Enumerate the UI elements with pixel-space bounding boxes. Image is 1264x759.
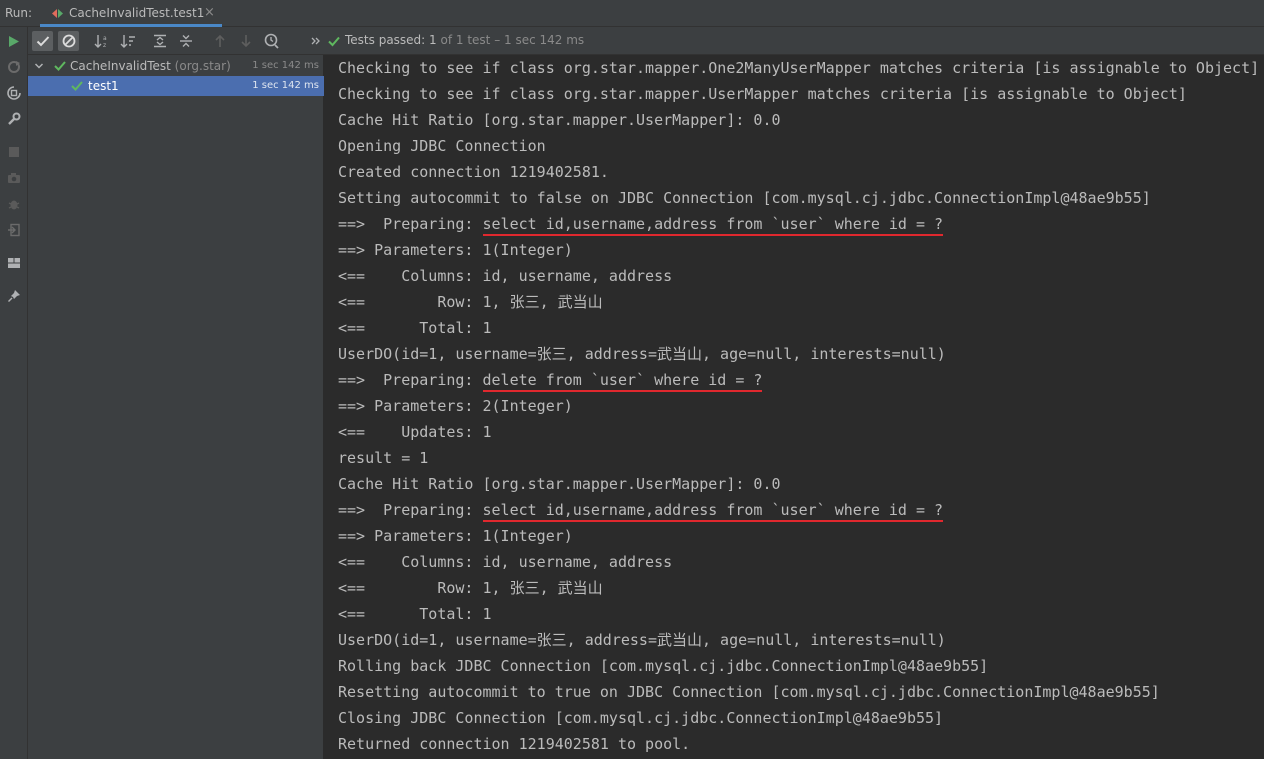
history-icon[interactable] bbox=[261, 31, 282, 51]
show-ignored-icon[interactable] bbox=[58, 31, 79, 51]
more-icon[interactable] bbox=[305, 31, 326, 51]
run-label: Run: bbox=[5, 6, 33, 20]
console-line: <== Row: 1, 张三, 武当山 bbox=[338, 579, 603, 597]
tests-status-prefix: Tests passed: bbox=[345, 33, 426, 47]
console-line: Checking to see if class org.star.mapper… bbox=[338, 59, 1260, 77]
highlighted-sql: delete from `user` where id = ? bbox=[482, 371, 763, 392]
sql-prefix: ==> Preparing: bbox=[338, 215, 483, 233]
exit-icon[interactable] bbox=[5, 221, 22, 238]
next-failed-icon[interactable] bbox=[235, 31, 256, 51]
passed-check-icon bbox=[71, 81, 83, 91]
expand-all-icon[interactable] bbox=[149, 31, 170, 51]
run-left-toolbar bbox=[0, 27, 28, 759]
junit-run-icon bbox=[52, 9, 63, 18]
show-passed-icon[interactable] bbox=[32, 31, 53, 51]
close-icon[interactable]: × bbox=[204, 5, 215, 20]
chevron-down-icon[interactable] bbox=[33, 60, 45, 72]
pin-icon[interactable] bbox=[5, 287, 22, 304]
suite-duration: 1 sec 142 ms bbox=[252, 60, 319, 71]
console-line: Opening JDBC Connection bbox=[338, 137, 546, 155]
console-line: Cache Hit Ratio [org.star.mapper.UserMap… bbox=[338, 475, 781, 493]
console-line: Cache Hit Ratio [org.star.mapper.UserMap… bbox=[338, 111, 781, 129]
console-line: <== Total: 1 bbox=[338, 319, 492, 337]
console-line: Rolling back JDBC Connection [com.mysql.… bbox=[338, 657, 989, 675]
console-line: Resetting autocommit to true on JDBC Con… bbox=[338, 683, 1160, 701]
console-line: ==> Parameters: 1(Integer) bbox=[338, 527, 573, 545]
suite-label: CacheInvalidTest (org.star) bbox=[70, 59, 231, 73]
tree-item-suite[interactable]: CacheInvalidTest (org.star) 1 sec 142 ms bbox=[28, 56, 324, 76]
sql-prefix: ==> Preparing: bbox=[338, 371, 483, 389]
console-line: Returned connection 1219402581 to pool. bbox=[338, 735, 691, 753]
camera-icon[interactable] bbox=[5, 169, 22, 186]
console-line: Closing JDBC Connection [com.mysql.cj.jd… bbox=[338, 709, 944, 727]
console-line: ==> Parameters: 1(Integer) bbox=[338, 241, 573, 259]
console-line: ==> Preparing: select id,username,addres… bbox=[338, 211, 944, 237]
console-line: UserDO(id=1, username=张三, address=武当山, a… bbox=[338, 345, 946, 363]
console-line: Checking to see if class org.star.mapper… bbox=[338, 85, 1187, 103]
passed-check-icon bbox=[54, 61, 66, 71]
console-line: <== Row: 1, 张三, 武当山 bbox=[338, 293, 603, 311]
tree-item-test[interactable]: test1 1 sec 142 ms bbox=[28, 76, 324, 96]
toggle-auto-test-icon[interactable] bbox=[5, 84, 22, 101]
test-runner-toolbar: az Tests passed: 1 of 1 test – 1 sec 142… bbox=[28, 27, 1264, 55]
tests-passed-check-icon bbox=[328, 36, 340, 47]
collapse-all-icon[interactable] bbox=[175, 31, 196, 51]
console-line: <== Total: 1 bbox=[338, 605, 492, 623]
console-line: <== Columns: id, username, address bbox=[338, 553, 673, 571]
tests-status-count: 1 bbox=[429, 33, 437, 47]
svg-text:a: a bbox=[103, 35, 107, 42]
sort-alpha-icon[interactable]: az bbox=[91, 31, 112, 51]
console-line: <== Updates: 1 bbox=[338, 423, 492, 441]
stop-icon[interactable] bbox=[5, 143, 22, 160]
console-line: <== Columns: id, username, address bbox=[338, 267, 673, 285]
tests-status: Tests passed: 1 of 1 test – 1 sec 142 ms bbox=[345, 33, 584, 47]
console-line: ==> Preparing: delete from `user` where … bbox=[338, 367, 763, 393]
layout-icon[interactable] bbox=[5, 254, 22, 271]
test-tree: CacheInvalidTest (org.star) 1 sec 142 ms… bbox=[28, 55, 324, 759]
highlighted-sql: select id,username,address from `user` w… bbox=[482, 501, 944, 522]
debug-bug-icon[interactable] bbox=[5, 195, 22, 212]
sort-duration-icon[interactable] bbox=[117, 31, 138, 51]
rerun-failed-icon[interactable] bbox=[5, 58, 22, 75]
console-line: result = 1 bbox=[338, 449, 429, 467]
run-tab-title: CacheInvalidTest.test1 bbox=[69, 6, 205, 20]
suite-name: CacheInvalidTest bbox=[70, 59, 171, 73]
run-toolwindow-header: Run: CacheInvalidTest.test1 × bbox=[0, 0, 1264, 27]
console-line: UserDO(id=1, username=张三, address=武当山, a… bbox=[338, 631, 946, 649]
console-line: Created connection 1219402581. bbox=[338, 163, 609, 181]
sql-prefix: ==> Preparing: bbox=[338, 501, 483, 519]
console-line: ==> Parameters: 2(Integer) bbox=[338, 397, 573, 415]
highlighted-sql: select id,username,address from `user` w… bbox=[482, 215, 944, 236]
previous-failed-icon[interactable] bbox=[209, 31, 230, 51]
rerun-icon[interactable] bbox=[5, 33, 22, 50]
settings-wrench-icon[interactable] bbox=[5, 110, 22, 127]
suite-package: (org.star) bbox=[174, 59, 231, 73]
run-tab[interactable]: CacheInvalidTest.test1 × bbox=[40, 0, 222, 27]
console-output[interactable]: Checking to see if class org.star.mapper… bbox=[324, 55, 1264, 759]
console-line: ==> Preparing: select id,username,addres… bbox=[338, 497, 944, 523]
test-name: test1 bbox=[88, 79, 119, 93]
svg-text:z: z bbox=[103, 42, 106, 48]
console-line: Setting autocommit to false on JDBC Conn… bbox=[338, 189, 1151, 207]
test-duration: 1 sec 142 ms bbox=[252, 80, 319, 91]
tests-status-suffix: of 1 test – 1 sec 142 ms bbox=[440, 33, 585, 47]
